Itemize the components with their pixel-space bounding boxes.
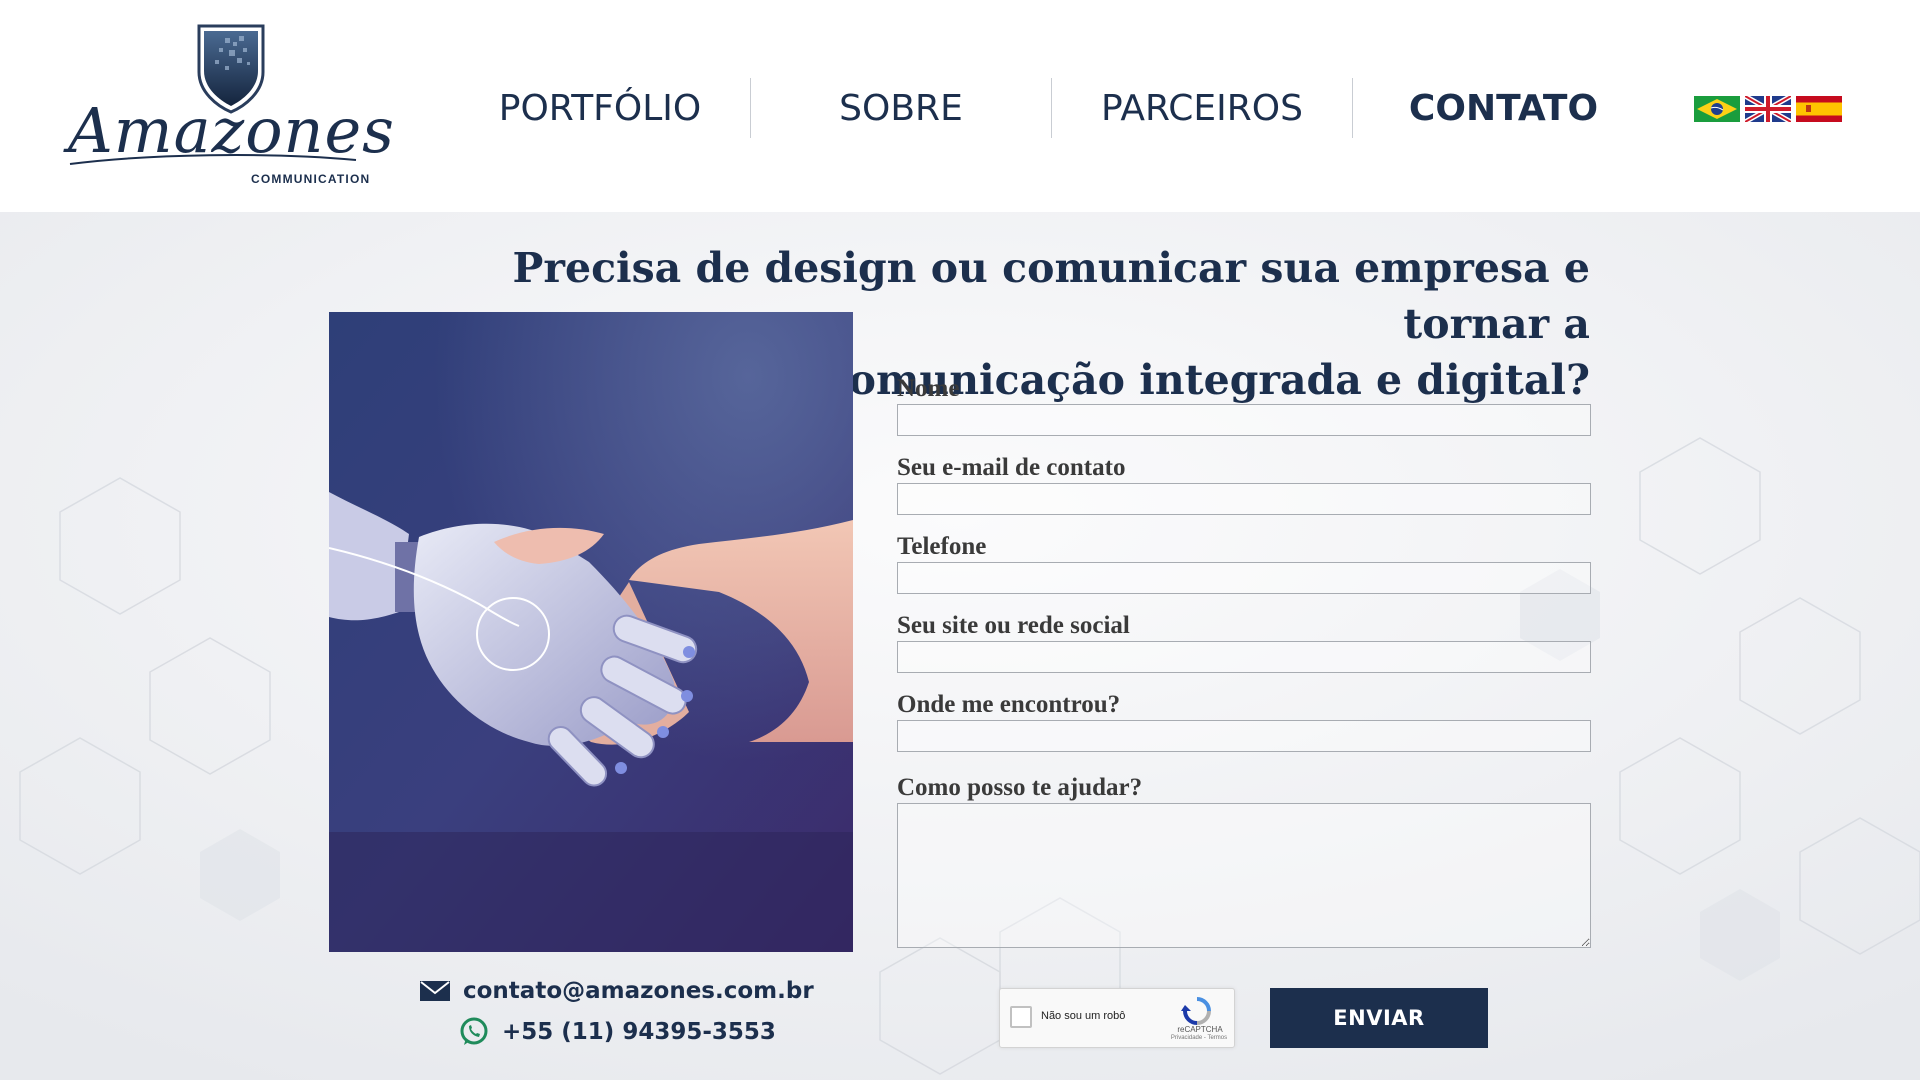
phone-field[interactable] — [897, 562, 1591, 594]
whatsapp-icon — [460, 1017, 488, 1045]
name-field[interactable] — [897, 404, 1591, 436]
main-nav: PORTFÓLIO SOBRE PARCEIROS CONTATO — [450, 78, 1654, 138]
nav-parceiros[interactable]: PARCEIROS — [1052, 78, 1353, 138]
contact-phone-row[interactable]: +55 (11) 94395-3553 — [458, 1016, 776, 1048]
contact-form: Nome Seu e-mail de contato Telefone Seu … — [897, 374, 1591, 948]
nav-contato[interactable]: CONTATO — [1353, 78, 1654, 138]
brand-logo[interactable]: Amazones COMMUNICATION — [68, 22, 394, 192]
name-label: Nome — [897, 375, 960, 402]
site-header: Amazones COMMUNICATION PORTFÓLIO SOBRE P… — [0, 0, 1920, 212]
recaptcha-logo-icon — [1181, 997, 1211, 1025]
recaptcha-widget: Não sou um robô reCAPTCHA Privacidade - … — [999, 988, 1235, 1048]
robot-human-handshake-image — [329, 312, 853, 952]
message-label: Como posso te ajudar? — [897, 774, 1143, 801]
logo-swoosh — [69, 154, 357, 165]
email-field[interactable] — [897, 483, 1591, 515]
envelope-icon — [420, 981, 450, 1001]
language-switcher — [1694, 96, 1842, 122]
message-textarea[interactable] — [897, 803, 1591, 948]
email-label: Seu e-mail de contato — [897, 454, 1126, 481]
contact-email[interactable]: contato@amazones.com.br — [463, 978, 814, 1004]
uk-flag-icon[interactable] — [1745, 96, 1791, 122]
referral-label: Onde me encontrou? — [897, 691, 1121, 718]
referral-field[interactable] — [897, 720, 1591, 752]
recaptcha-brand: reCAPTCHA — [1177, 1025, 1223, 1034]
spain-flag-icon[interactable] — [1796, 96, 1842, 122]
brazil-flag-icon[interactable] — [1694, 96, 1740, 122]
send-button[interactable]: ENVIAR — [1270, 988, 1488, 1048]
website-label: Seu site ou rede social — [897, 612, 1130, 639]
website-field[interactable] — [897, 641, 1591, 673]
nav-sobre[interactable]: SOBRE — [751, 78, 1052, 138]
contact-phone[interactable]: +55 (11) 94395-3553 — [502, 1019, 776, 1045]
recaptcha-privacy-links[interactable]: Privacidade - Termos — [1166, 1035, 1232, 1041]
recaptcha-label: Não sou um robô — [1041, 1010, 1126, 1022]
contact-email-row[interactable]: contato@amazones.com.br — [419, 978, 814, 1004]
recaptcha-checkbox[interactable] — [1010, 1006, 1032, 1028]
brand-subtitle: COMMUNICATION — [251, 172, 371, 186]
phone-label: Telefone — [897, 533, 987, 560]
nav-portfolio[interactable]: PORTFÓLIO — [450, 78, 751, 138]
